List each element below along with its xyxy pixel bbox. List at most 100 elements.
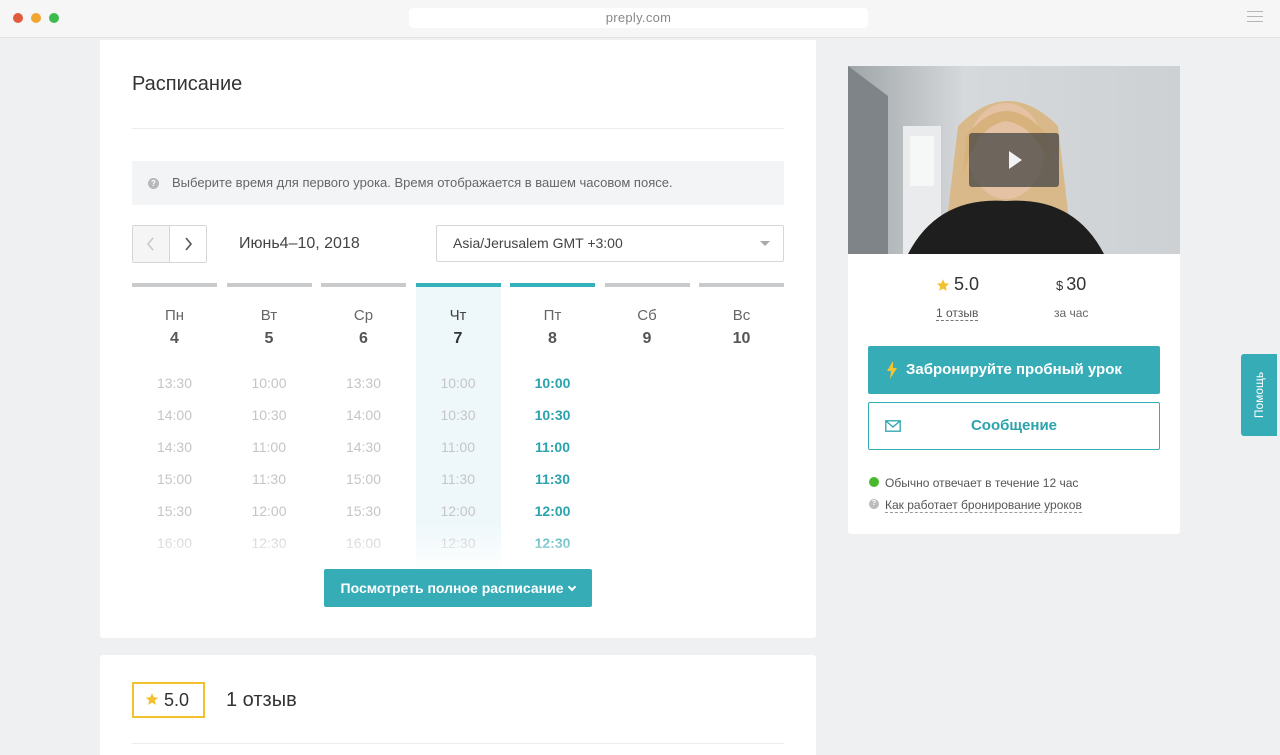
book-trial-label: Забронируйте пробный урок xyxy=(906,361,1122,378)
day-availability-bar xyxy=(699,283,784,287)
day-name: Пн xyxy=(164,307,185,324)
time-slot: 13:30 xyxy=(345,375,382,391)
time-slot: 10:30 xyxy=(251,407,287,423)
day-number: 7 xyxy=(453,330,463,347)
time-slot-list: 10:0010:3011:0011:3012:0012:3013:00 xyxy=(416,371,501,573)
response-time-text: Обычно отвечает в течение 12 час xyxy=(885,476,1079,490)
help-tab-label: Помощь xyxy=(1252,371,1266,419)
time-slot-list: 13:3014:0014:3015:0015:3016:0016:30 xyxy=(321,371,406,573)
tutor-reviews-link[interactable]: 1 отзыв xyxy=(936,306,979,321)
day-column: Пт 8 10:0010:3011:0011:3012:0012:3013:00 xyxy=(510,283,595,573)
play-button[interactable] xyxy=(969,133,1059,187)
chevron-left-icon xyxy=(146,237,154,251)
chevron-right-icon xyxy=(185,237,192,251)
minimize-window-button[interactable] xyxy=(31,13,41,23)
help-tab[interactable]: Помощь xyxy=(1241,354,1277,436)
response-time: Обычно отвечает в течение 12 час xyxy=(869,476,1078,490)
time-slot: 15:00 xyxy=(156,471,193,487)
day-name: Вт xyxy=(260,307,278,324)
star-icon xyxy=(936,279,950,291)
week-navigation xyxy=(132,225,207,263)
dropdown-caret-icon xyxy=(760,241,770,246)
time-slot: 14:00 xyxy=(345,407,382,423)
address-bar[interactable]: preply.com xyxy=(409,8,868,28)
time-slot: 13:30 xyxy=(156,375,193,391)
view-full-schedule-button[interactable]: Посмотреть полное расписание xyxy=(324,569,592,607)
day-name: Сб xyxy=(637,307,657,324)
time-slot-list: 10:0010:3011:0011:3012:0012:3013:00 xyxy=(227,371,312,573)
time-slot[interactable]: 10:00 xyxy=(510,371,595,403)
day-number: 8 xyxy=(548,330,557,347)
schedule-card: Расписание ? Выберите время для первого … xyxy=(100,40,816,638)
rating-value: 5.0 xyxy=(164,690,190,710)
time-slot: 12:30 xyxy=(440,535,476,551)
time-slot[interactable]: 11:30 xyxy=(510,467,595,499)
star-icon xyxy=(145,693,159,705)
view-full-schedule-label: Посмотреть полное расписание xyxy=(340,580,564,596)
time-slot: 16:00 xyxy=(345,535,382,551)
time-slot: 11:30 xyxy=(441,471,475,487)
time-slot: 16:00 xyxy=(156,535,193,551)
time-slot: 15:00 xyxy=(345,471,382,487)
next-week-button[interactable] xyxy=(170,226,207,262)
booking-help-link[interactable]: Как работает бронирование уроков xyxy=(885,498,1082,513)
day-availability-bar xyxy=(510,283,595,287)
notice-text: Выберите время для первого урока. Время … xyxy=(172,175,673,190)
time-slot: 11:00 xyxy=(441,439,475,455)
day-name: Вс xyxy=(732,307,751,324)
day-column: Вс 10 xyxy=(699,283,784,573)
day-availability-bar xyxy=(415,283,501,287)
tutor-price: $30 xyxy=(1056,274,1086,295)
time-slot: 10:00 xyxy=(440,375,476,391)
message-button[interactable]: Сообщение xyxy=(868,402,1160,450)
time-slot: 16:30 xyxy=(132,563,217,573)
tutor-video[interactable] xyxy=(848,66,1180,254)
time-slot: 14:30 xyxy=(156,439,193,455)
day-number: 6 xyxy=(359,330,368,347)
day-number: 10 xyxy=(732,330,751,347)
tutor-rating-value: 5.0 xyxy=(954,274,980,294)
time-slot: 12:30 xyxy=(251,535,287,551)
time-slot: 14:30 xyxy=(345,439,382,455)
timezone-value: Asia/Jerusalem GMT +3:00 xyxy=(453,235,623,251)
time-slot: 12:00 xyxy=(251,503,287,519)
time-slot: 12:00 xyxy=(440,503,476,519)
day-number: 9 xyxy=(642,330,652,347)
time-slot: 10:00 xyxy=(251,375,287,391)
prev-week-button[interactable] xyxy=(133,226,170,262)
week-range: Июнь4–10, 2018 xyxy=(239,235,360,252)
time-slot[interactable]: 12:30 xyxy=(510,531,595,563)
book-trial-button[interactable]: Забронируйте пробный урок xyxy=(868,346,1160,394)
time-slot: 15:30 xyxy=(156,503,193,519)
day-availability-bar xyxy=(132,283,217,287)
booking-help: ? Как работает бронирование уроков xyxy=(869,498,1082,513)
reviews-card: 5.0 1 отзыв xyxy=(100,655,816,755)
timezone-select[interactable]: Asia/Jerusalem GMT +3:00 xyxy=(436,225,784,262)
close-window-button[interactable] xyxy=(13,13,23,23)
rating-badge: 5.0 xyxy=(132,682,205,718)
hamburger-menu-icon[interactable] xyxy=(1247,11,1263,25)
price-unit: за час xyxy=(1054,306,1089,320)
day-availability-bar xyxy=(321,283,406,287)
day-column: Ср613:3014:0014:3015:0015:3016:0016:30 xyxy=(321,283,406,573)
day-number: 4 xyxy=(170,330,179,347)
time-slot: 10:30 xyxy=(440,407,476,423)
time-slot[interactable]: 11:00 xyxy=(510,435,595,467)
price-value: 30 xyxy=(1066,274,1087,294)
day-name: Ср xyxy=(353,307,374,324)
lightning-icon xyxy=(887,361,897,379)
time-slot-list: 13:3014:0014:3015:0015:3016:0016:30 xyxy=(132,371,217,573)
envelope-icon xyxy=(885,420,901,432)
day-column: Вт 5 10:00 10:30 11:00 11:30 12:00 12:30 13:00 xyxy=(226,283,312,573)
day-name: Чт xyxy=(449,307,467,324)
divider xyxy=(132,128,784,129)
reviews-count: 1 отзыв xyxy=(226,689,297,711)
time-slot[interactable]: 10:30 xyxy=(510,403,595,435)
time-slot: 11:00 xyxy=(252,439,286,455)
tutor-card: 5.0 1 отзыв $30 за час Забронируйте проб… xyxy=(848,66,1180,534)
maximize-window-button[interactable] xyxy=(49,13,59,23)
time-slot-list: 10:0010:3011:0011:3012:0012:3013:00 xyxy=(510,371,595,573)
question-circle-icon: ? xyxy=(148,178,159,189)
time-slot[interactable]: 12:00 xyxy=(510,499,595,531)
day-number: 5 xyxy=(264,330,274,347)
